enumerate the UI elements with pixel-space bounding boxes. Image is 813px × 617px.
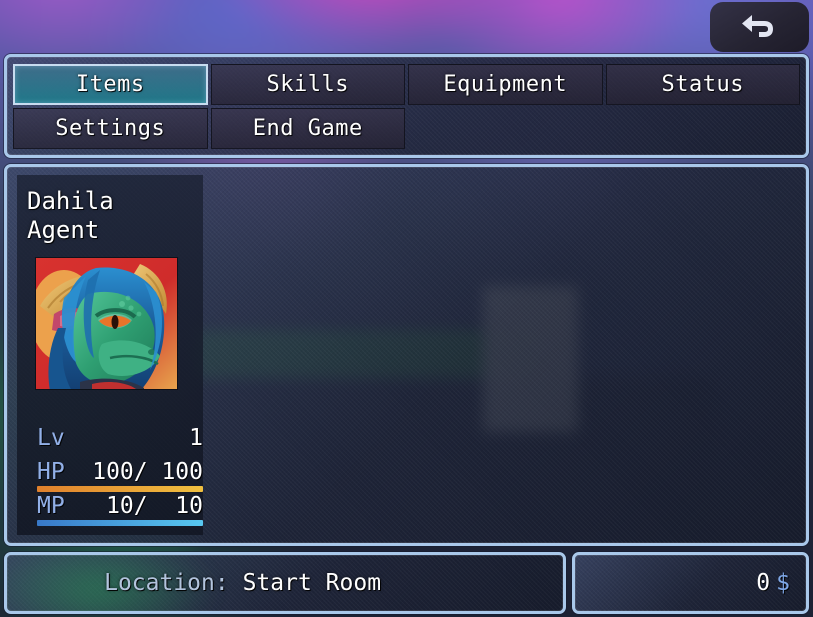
location-text: Location: Start Room <box>7 555 382 611</box>
command-slot-empty-2 <box>606 108 801 149</box>
command-skills[interactable]: Skills <box>210 64 405 105</box>
command-status-label: Status <box>661 72 744 97</box>
param-row-hp: HP 100/ 100 <box>37 459 203 493</box>
command-settings-label: Settings <box>55 116 166 141</box>
actor-params: Lv 1 HP 100/ 100 MP 10/ 10 <box>27 425 213 527</box>
command-list: Items Skills Equipment Status Settings E… <box>13 64 800 149</box>
avatar <box>35 257 178 390</box>
command-equipment[interactable]: Equipment <box>408 64 603 105</box>
gold-window: 0 $ <box>572 552 809 614</box>
param-row-mp: MP 10/ 10 <box>37 493 203 527</box>
command-slot-empty-1 <box>408 108 603 149</box>
location-window: Location: Start Room <box>4 552 566 614</box>
command-items[interactable]: Items <box>13 64 208 105</box>
param-label-mp: MP <box>37 493 65 519</box>
mp-gauge <box>37 520 203 526</box>
param-label-hp: HP <box>37 459 65 485</box>
gold-amount: 0 <box>756 570 771 596</box>
location-value: Start Room <box>242 570 382 596</box>
actor-name: Dahila <box>27 187 114 215</box>
actor-class: Agent <box>27 215 100 244</box>
command-end-game[interactable]: End Game <box>210 108 405 149</box>
command-end-game-label: End Game <box>252 116 363 141</box>
back-button[interactable] <box>710 2 809 52</box>
status-window: Dahila Agent Lv 1 HP 100/ 100 MP 10/ 10 <box>4 164 809 546</box>
location-label: Location: <box>104 570 243 596</box>
command-window: Items Skills Equipment Status Settings E… <box>4 54 809 158</box>
game-screen: Items Skills Equipment Status Settings E… <box>0 0 813 617</box>
param-value-mp: 10/ 10 <box>92 493 203 519</box>
param-row-lv: Lv 1 <box>37 425 203 459</box>
command-skills-label: Skills <box>266 72 349 97</box>
param-value-lv: 1 <box>189 425 203 451</box>
gold-text: 0 $ <box>673 555 806 611</box>
hp-gauge <box>37 486 203 492</box>
back-arrow-icon <box>739 10 781 44</box>
command-settings[interactable]: Settings <box>13 108 208 149</box>
param-value-hp: 100/ 100 <box>92 459 203 485</box>
command-status[interactable]: Status <box>605 64 800 105</box>
gold-currency-icon: $ <box>776 570 790 596</box>
actor-card[interactable]: Dahila Agent Lv 1 HP 100/ 100 MP 10/ 10 <box>17 175 203 535</box>
command-equipment-label: Equipment <box>443 72 568 97</box>
command-items-label: Items <box>75 72 145 97</box>
param-label-lv: Lv <box>37 425 65 451</box>
